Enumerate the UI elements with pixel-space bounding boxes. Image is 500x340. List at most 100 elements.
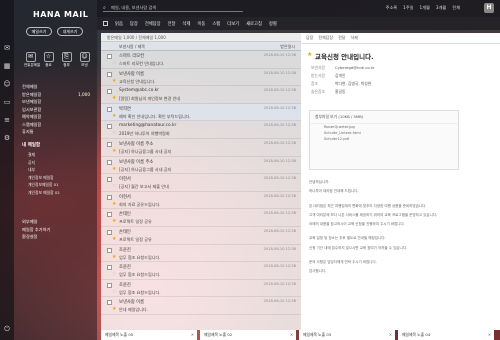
table-row[interactable]: ★ 조윤진 업무 협조 요청드립니다. 2018-06-10 12:38 [101, 245, 301, 263]
star-icon[interactable]: ★ [307, 51, 312, 58]
contacts-icon[interactable]: ☺ [3, 80, 11, 88]
reader-tool-button[interactable]: 삭제 [350, 35, 357, 41]
toolbar-button[interactable]: 읽음 [115, 21, 123, 27]
top-menu-item[interactable]: 주소록 [386, 5, 398, 11]
folder-item[interactable]: 보낸메일함 [20, 98, 92, 106]
star-icon[interactable]: ☆ [112, 271, 116, 277]
folder-item[interactable]: 예약메일함 [20, 113, 92, 121]
row-checkbox[interactable] [107, 229, 112, 235]
row-checkbox[interactable] [107, 194, 112, 200]
star-icon[interactable]: ☆ [112, 183, 116, 189]
attachment-header[interactable]: 첨부파일 보기 (10KB / 5MB) [310, 111, 458, 124]
row-checkbox[interactable] [107, 89, 112, 95]
star-icon[interactable]: ★ [112, 254, 116, 260]
table-row[interactable]: ★ 보낸사람 이름 안내 메일입니다. 2018-06-10 12:38 [101, 297, 301, 315]
settings-icon[interactable]: ⚙ [3, 134, 11, 142]
toolbar-button[interactable]: 삭제 [183, 21, 191, 27]
row-checkbox[interactable] [107, 124, 112, 130]
toolbar-button[interactable]: 전체답장 [145, 21, 161, 27]
folder-item[interactable]: 결재 [20, 151, 92, 159]
folder-item[interactable]: 받은메일함 1,000 [20, 91, 92, 99]
search-input[interactable]: ⌕ 메일, 내용, 보낸사람 검색 [103, 5, 243, 12]
attachment-file[interactable]: Schuler12.pdf [310, 136, 458, 142]
top-menu-item[interactable]: 1주일 [403, 5, 413, 11]
write-mail-button[interactable]: 메일쓰기 [26, 27, 52, 36]
close-icon[interactable]: ✕ [290, 330, 293, 340]
folder-item[interactable]: 내부 [20, 166, 92, 174]
calendar-icon[interactable]: ▦ [3, 62, 11, 70]
table-row[interactable]: ★ 보낸사람 이름 주소 [공지] 하나금융그룹 사내 공지 2018-06-10 1… [101, 157, 301, 175]
toolbar-button[interactable]: 답장 [130, 21, 138, 27]
star-icon[interactable]: ★ [112, 78, 116, 84]
bottom-tab[interactable]: 메일제목 노출 05 ✕ [101, 330, 197, 340]
table-row[interactable]: ★ 보낸사람 이름 교육신청 안내입니다. 2018-06-10 12:38 [101, 69, 301, 87]
my-folders-title[interactable]: 내 메일함 [22, 142, 40, 148]
star-icon[interactable]: ★ [112, 166, 116, 172]
table-row[interactable]: ★ 보낸사람 이름 주소 [공지] 하나금융그룹 사내 공지 2018-06-10 1… [101, 139, 301, 157]
row-checkbox[interactable] [107, 282, 112, 288]
user-logo[interactable]: H [484, 3, 494, 13]
row-checkbox[interactable] [107, 265, 112, 271]
folder-item[interactable]: 개인정보메일함 01 [20, 181, 92, 189]
col-sender-subject[interactable]: 보낸사람 / 제목 [119, 42, 145, 50]
folder-item[interactable]: 스팸메일함 [20, 121, 92, 129]
star-icon[interactable]: ★ [112, 306, 116, 312]
row-checkbox[interactable] [107, 54, 112, 59]
close-icon[interactable]: ✕ [488, 330, 491, 340]
star-icon[interactable]: ★ [112, 201, 116, 207]
reader-tool-button[interactable]: 전달 [338, 35, 345, 41]
table-row[interactable]: ☆ 이현서 [공지] 월간 보고서 제출 안내 2018-06-10 12:38 [101, 174, 301, 192]
folder-item[interactable]: 전체메일 [20, 83, 92, 91]
star-icon[interactable]: ★ [112, 218, 116, 224]
quick-filter[interactable]: ⎘ 첨부 [60, 52, 73, 68]
star-icon[interactable]: ★ [112, 236, 116, 242]
row-checkbox[interactable] [107, 300, 112, 306]
toolbar-button[interactable]: 정렬 [269, 21, 277, 27]
top-menu-item[interactable]: 1개월 [420, 5, 430, 11]
board-icon[interactable]: ≡ [3, 116, 11, 124]
top-menu-item[interactable]: 전체 [452, 5, 460, 11]
mail-icon[interactable]: ✉ [3, 44, 11, 52]
folder-item[interactable]: 개인정보 메일함 02 [20, 189, 92, 197]
folder-item[interactable]: 임시보관함 [20, 106, 92, 114]
bottom-tab[interactable]: 메일제목 노출 03 ✕ [299, 330, 395, 340]
bottom-tab[interactable]: 메일제목 노출 02 ✕ [200, 330, 296, 340]
table-row[interactable]: ★ 박희연 예약 확인 안내입니다. 확인 부탁드립니다. 2018-06-10 12… [101, 103, 301, 122]
row-checkbox[interactable] [107, 212, 112, 218]
select-all-checkbox[interactable] [103, 21, 108, 26]
folder-item[interactable]: 휴지통 [20, 128, 92, 136]
logout-icon[interactable]: ⏻ [3, 325, 11, 333]
table-row[interactable]: ☆ 조윤진 업무 협조 요청드립니다. 2018-06-10 12:38 [101, 262, 301, 280]
row-checkbox[interactable] [107, 141, 112, 147]
star-icon[interactable]: ★ [112, 113, 116, 119]
write-to-me-button[interactable]: 내게쓰기 [57, 27, 83, 36]
toolbar-button[interactable]: 새로고침 [246, 21, 262, 27]
quick-filter[interactable]: ☆ 중요 [42, 52, 55, 68]
close-icon[interactable]: ✕ [191, 330, 194, 340]
folder-item[interactable]: 공지 [20, 159, 92, 167]
toolbar-button[interactable]: 전달 [168, 21, 176, 27]
toolbar-button[interactable]: 더보기 [227, 21, 239, 27]
star-icon[interactable]: ★ [112, 95, 116, 101]
drive-icon[interactable]: ▭ [3, 98, 11, 106]
reader-tool-button[interactable]: 전체답장 [318, 35, 333, 41]
star-icon[interactable]: ☆ [112, 289, 116, 295]
folder-item[interactable]: 개인정보 메일함 [20, 174, 92, 182]
table-row[interactable]: ★ 손태인 프로젝트 일정 공유 2018-06-10 12:38 [101, 227, 301, 245]
folder-item[interactable]: 메일함 추가하기 [20, 226, 92, 234]
col-date[interactable]: 받은일시 [280, 42, 295, 50]
folder-item[interactable]: 환경설정 [20, 233, 92, 241]
star-icon[interactable]: ★ [112, 148, 116, 154]
toolbar-button[interactable]: 스팸 [212, 21, 220, 27]
table-row[interactable]: ☆ 조윤진 업무 협조 요청드립니다. 2018-06-10 12:38 [101, 280, 301, 298]
row-checkbox[interactable] [107, 106, 112, 112]
row-checkbox[interactable] [107, 177, 112, 183]
row-checkbox[interactable] [107, 71, 112, 77]
table-row[interactable]: ☆ marketing@hanatour.co.kr 2019년 하나투어 여행박람… [101, 121, 301, 139]
reader-tool-button[interactable]: 답장 [306, 35, 313, 41]
star-icon[interactable]: ☆ [112, 130, 116, 136]
row-checkbox[interactable] [107, 159, 112, 165]
row-checkbox[interactable] [107, 247, 112, 253]
folder-item[interactable]: 외부메일 [20, 218, 92, 226]
quick-filter[interactable]: ✉ 안읽은메일 [24, 52, 40, 68]
